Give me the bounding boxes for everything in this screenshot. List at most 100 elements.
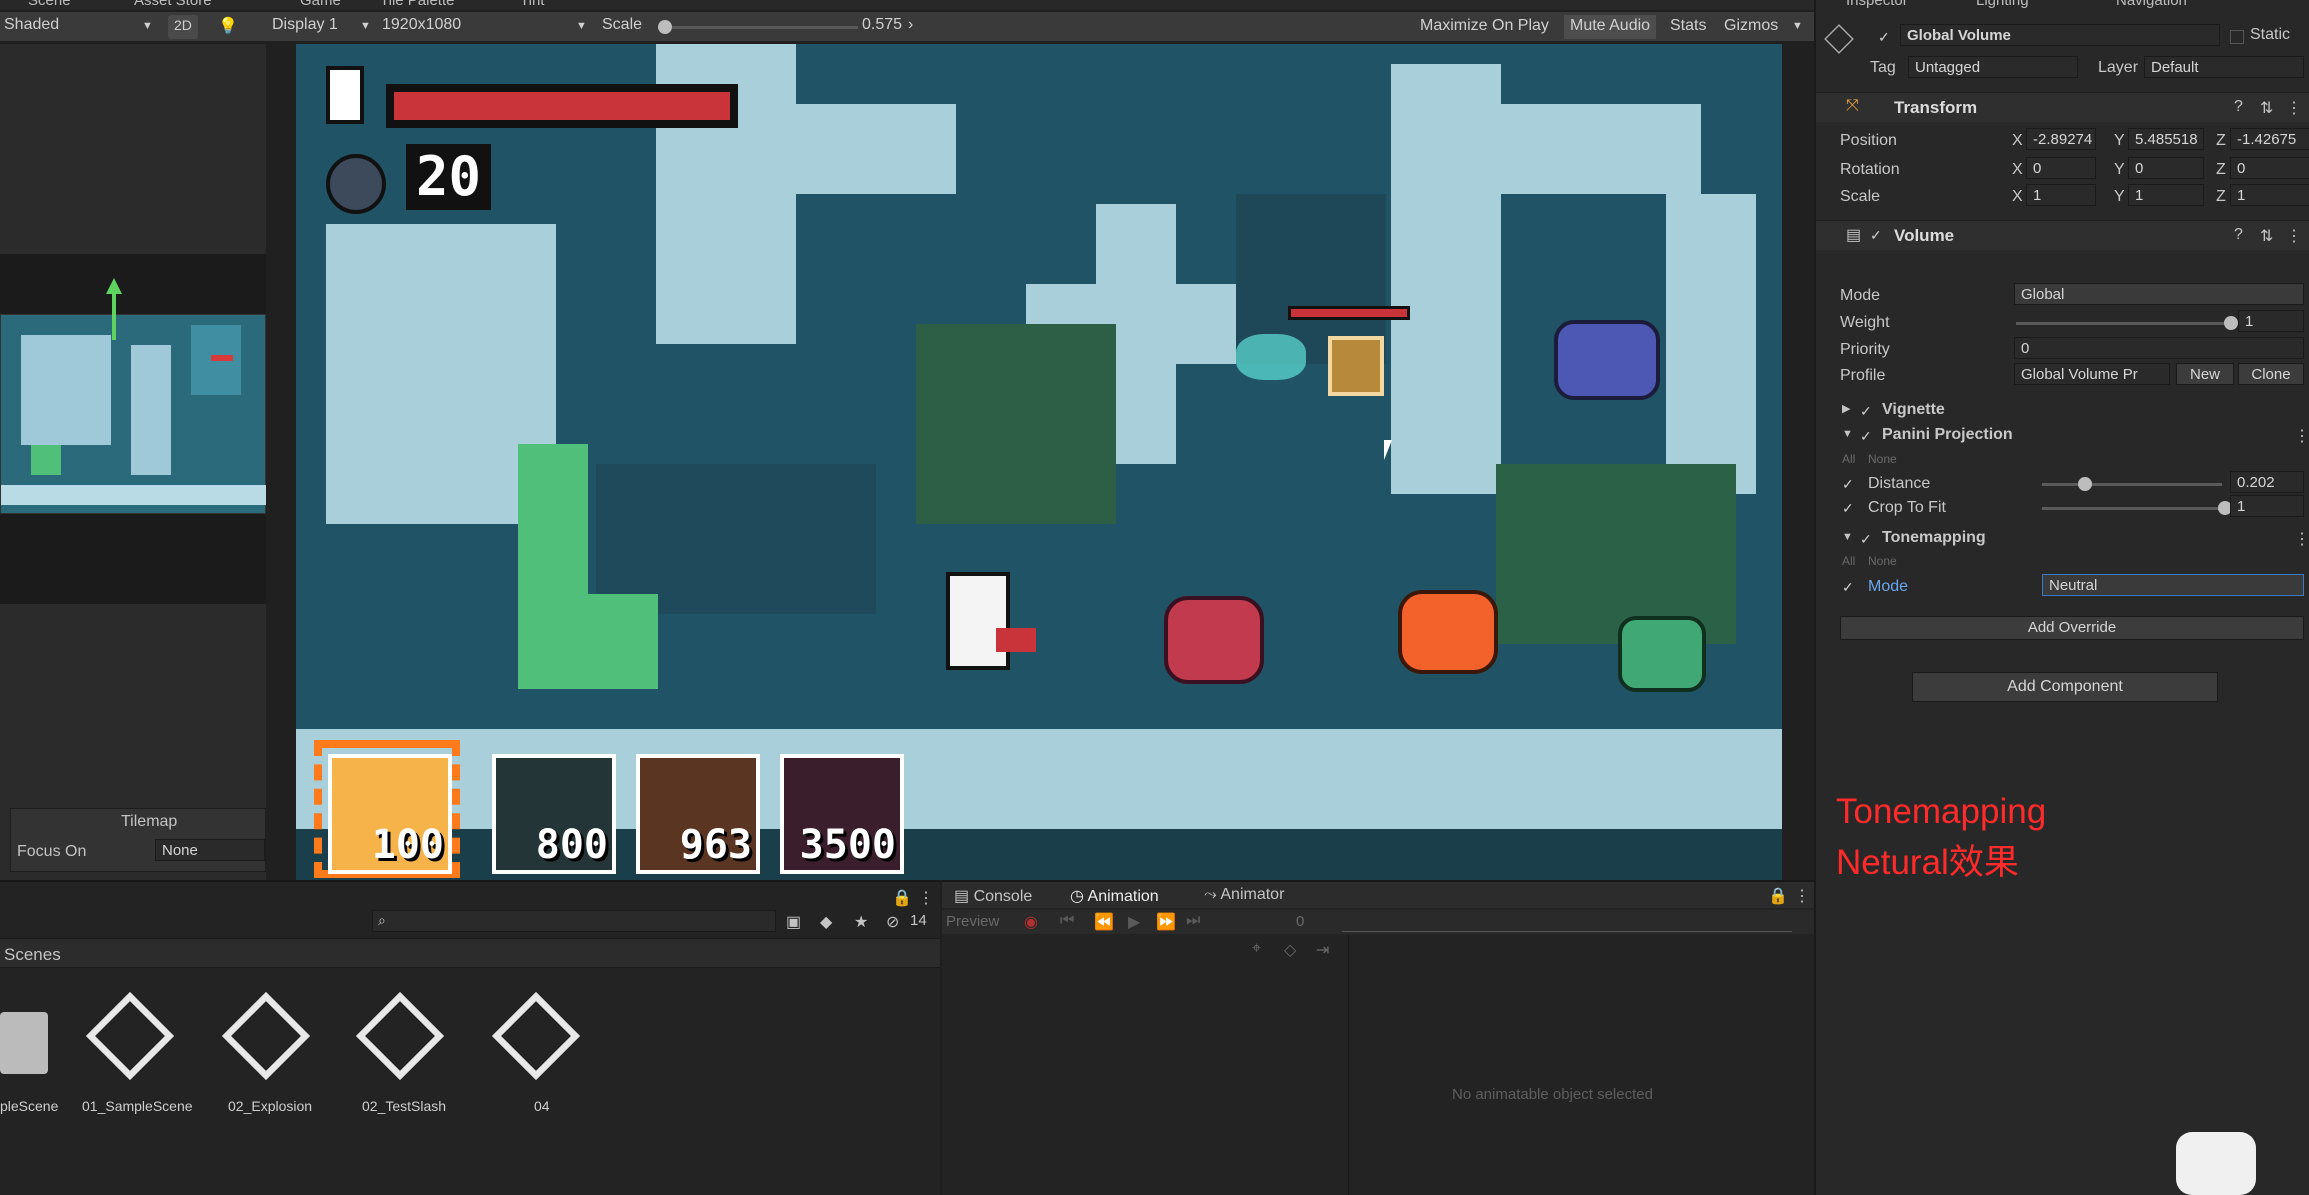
resolution-dropdown[interactable]: 1920x1080 bbox=[382, 16, 461, 34]
preview-toggle[interactable]: Preview bbox=[946, 913, 999, 930]
priority-field[interactable]: 0 bbox=[2014, 337, 2304, 359]
foldout-arrow-icon[interactable]: ▼ bbox=[1842, 428, 1853, 440]
more-icon[interactable]: ⋮ bbox=[2294, 529, 2309, 549]
add-event-icon[interactable]: ⇥ bbox=[1316, 940, 1329, 960]
weight-slider[interactable] bbox=[2016, 316, 2238, 330]
volume-enabled-checkbox[interactable]: ✓ bbox=[1870, 228, 1884, 242]
tab-game[interactable]: Game bbox=[300, 0, 341, 9]
lock-icon[interactable]: 🔒 bbox=[1768, 886, 1788, 906]
distance-field[interactable]: 0.202 bbox=[2230, 471, 2304, 493]
chevron-down-icon[interactable]: ▼ bbox=[1792, 20, 1803, 32]
rotation-x-field[interactable]: 0 bbox=[2026, 157, 2096, 179]
more-icon[interactable]: ⋮ bbox=[1794, 886, 1810, 906]
focus-on-dropdown[interactable]: None bbox=[155, 839, 265, 861]
panini-checkbox[interactable]: ✓ bbox=[1860, 429, 1874, 443]
new-profile-button[interactable]: New bbox=[2176, 363, 2234, 385]
volume-mode-dropdown[interactable]: Global bbox=[2014, 283, 2304, 305]
tonemapping-mode-dropdown[interactable]: Neutral bbox=[2042, 574, 2304, 596]
hotbar-slot-3[interactable]: 963 bbox=[636, 754, 760, 874]
tab-console[interactable]: ▤ Console bbox=[954, 886, 1032, 906]
position-x-field[interactable]: -2.89274 bbox=[2026, 128, 2096, 150]
more-icon[interactable]: ⋮ bbox=[918, 888, 934, 908]
record-icon[interactable]: ◉ bbox=[1024, 912, 1038, 932]
tonemapping-checkbox[interactable]: ✓ bbox=[1860, 532, 1874, 546]
hotbar-slot-1[interactable]: 100 bbox=[328, 754, 452, 874]
static-checkbox[interactable] bbox=[2230, 30, 2244, 44]
help-icon[interactable]: ? bbox=[2234, 226, 2243, 244]
layer-dropdown[interactable]: Default bbox=[2144, 56, 2304, 78]
first-key-icon[interactable]: ⏮ bbox=[1060, 912, 1074, 930]
crop-field[interactable]: 1 bbox=[2230, 495, 2304, 517]
position-y-field[interactable]: 5.485518 bbox=[2128, 128, 2204, 150]
tab-scene[interactable]: Scene bbox=[28, 0, 71, 9]
vignette-checkbox[interactable]: ✓ bbox=[1860, 404, 1874, 418]
tab-animator[interactable]: ⤳ Animator bbox=[1204, 886, 1284, 904]
profile-field[interactable]: Global Volume Pr bbox=[2014, 363, 2170, 385]
toggle-2d-button[interactable]: 2D bbox=[168, 15, 198, 39]
tonemapping-none-toggle[interactable]: None bbox=[1868, 554, 1897, 568]
weight-slider-knob[interactable] bbox=[2224, 316, 2238, 330]
scale-z-field[interactable]: 1 bbox=[2230, 184, 2309, 206]
timeline-ruler[interactable] bbox=[1342, 916, 1792, 932]
foldout-arrow-icon[interactable]: ▼ bbox=[1842, 531, 1853, 543]
hotbar-slot-2[interactable]: 800 bbox=[492, 754, 616, 874]
tonemapping-all-toggle[interactable]: All bbox=[1842, 554, 1855, 568]
add-override-button[interactable]: Add Override bbox=[1840, 616, 2304, 640]
scale-x-field[interactable]: 1 bbox=[2026, 184, 2096, 206]
foldout-arrow-icon[interactable]: ▶ bbox=[1842, 402, 1850, 415]
position-z-field[interactable]: -1.42675 bbox=[2230, 128, 2309, 150]
scale-y-field[interactable]: 1 bbox=[2128, 184, 2204, 206]
mute-audio-button[interactable]: Mute Audio bbox=[1564, 15, 1657, 39]
add-keyframe-icon[interactable]: ◇ bbox=[1284, 940, 1296, 960]
shading-dropdown[interactable]: Shaded bbox=[4, 16, 59, 34]
stats-button[interactable]: Stats bbox=[1664, 15, 1712, 39]
crop-slider[interactable] bbox=[2042, 501, 2232, 515]
keyframe-filter-icon[interactable]: ⌖ bbox=[1252, 940, 1261, 958]
tab-inspector[interactable]: Inspector bbox=[1846, 0, 1908, 9]
rotation-z-field[interactable]: 0 bbox=[2230, 157, 2309, 179]
object-name-field[interactable]: Global Volume bbox=[1900, 24, 2220, 46]
prev-key-icon[interactable]: ⏪ bbox=[1094, 912, 1114, 932]
tag-dropdown[interactable]: Untagged bbox=[1908, 56, 2078, 78]
volume-header[interactable]: ▤ ✓ Volume ? ⇅ ⋮ bbox=[1816, 220, 2309, 250]
tab-animation[interactable]: ◷ Animation bbox=[1070, 886, 1159, 906]
scene-view[interactable]: Tilemap Focus On None bbox=[0, 44, 267, 880]
frame-field[interactable]: 0 bbox=[1296, 913, 1304, 930]
tab-asset-store[interactable]: Asset Store bbox=[134, 0, 212, 9]
game-view[interactable]: 20 100 800 963 3500 bbox=[296, 44, 1782, 880]
gizmos-button[interactable]: Gizmos bbox=[1718, 15, 1784, 39]
hidden-packages-icon[interactable]: ⊘ bbox=[886, 912, 899, 932]
clone-profile-button[interactable]: Clone bbox=[2238, 363, 2304, 385]
weight-field[interactable]: 1 bbox=[2238, 310, 2304, 332]
maximize-on-play-button[interactable]: Maximize On Play bbox=[1414, 15, 1555, 39]
breadcrumb-scenes[interactable]: Scenes bbox=[4, 945, 61, 965]
tonemapping-mode-checkbox[interactable]: ✓ bbox=[1842, 580, 1856, 594]
more-icon[interactable]: ⋮ bbox=[2294, 426, 2309, 446]
scale-slider[interactable] bbox=[658, 20, 858, 34]
scale-slider-knob[interactable] bbox=[658, 20, 672, 34]
rotation-y-field[interactable]: 0 bbox=[2128, 157, 2204, 179]
light-bulb-icon[interactable]: 💡 bbox=[218, 16, 238, 36]
project-search-input[interactable] bbox=[372, 910, 776, 932]
add-component-button[interactable]: Add Component bbox=[1912, 672, 2218, 702]
preset-icon[interactable]: ⇅ bbox=[2260, 98, 2273, 118]
filter-by-type-icon[interactable]: ▣ bbox=[786, 912, 801, 932]
preset-icon[interactable]: ⇅ bbox=[2260, 226, 2273, 246]
more-icon[interactable]: ⋮ bbox=[2286, 98, 2302, 118]
object-active-checkbox[interactable]: ✓ bbox=[1878, 30, 1892, 44]
distance-slider-knob[interactable] bbox=[2078, 477, 2092, 491]
more-icon[interactable]: ⋮ bbox=[2286, 226, 2302, 246]
folder-icon[interactable] bbox=[0, 1012, 48, 1074]
panini-all-toggle[interactable]: All bbox=[1842, 452, 1855, 466]
panini-none-toggle[interactable]: None bbox=[1868, 452, 1897, 466]
crop-override-checkbox[interactable]: ✓ bbox=[1842, 501, 1856, 515]
filter-by-label-icon[interactable]: ◆ bbox=[820, 912, 832, 932]
move-gizmo-arrow[interactable] bbox=[112, 290, 116, 340]
distance-override-checkbox[interactable]: ✓ bbox=[1842, 477, 1856, 491]
hotbar-slot-4[interactable]: 3500 bbox=[780, 754, 904, 874]
help-icon[interactable]: ? bbox=[2234, 98, 2243, 116]
last-key-icon[interactable]: ⏭ bbox=[1186, 912, 1200, 930]
play-icon[interactable]: ▶ bbox=[1128, 912, 1140, 932]
tab-tint[interactable]: Tint bbox=[520, 0, 544, 9]
tab-tile-palette[interactable]: Tile Palette bbox=[380, 0, 454, 9]
